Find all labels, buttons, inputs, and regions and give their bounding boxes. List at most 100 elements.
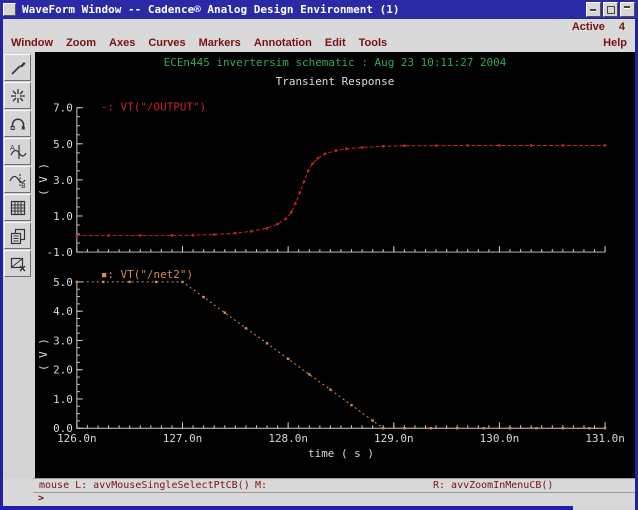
data-point-marker [482,427,485,430]
vertical-marker-button[interactable]: A [4,138,31,165]
data-point-marker [455,427,459,430]
data-point-marker [329,388,332,391]
menu-markers[interactable]: Markers [199,37,241,49]
y-tick-label: 3.0 [53,334,73,347]
data-point-marker [290,211,293,214]
waveform-canvas: ECEn445 invertersim schematic : Aug 23 1… [37,56,625,460]
data-point-marker [382,145,385,148]
plot-area[interactable]: ECEn445 invertersim schematic : Aug 23 1… [35,52,635,478]
y-tick-label: -1.0 [47,246,73,259]
copy-graph-button[interactable] [4,222,31,249]
y-tick-label: 2.0 [53,364,73,377]
menu-zoom[interactable]: Zoom [66,37,96,49]
resize-handle[interactable] [573,506,635,510]
data-point-marker [244,327,248,330]
command-prompt[interactable]: > [33,492,635,506]
maximize-icon [607,6,615,14]
data-point-marker [434,144,438,147]
horizontal-marker-b-icon: B [8,173,26,190]
data-point-marker [102,280,105,284]
plot-header: ECEn445 invertersim schematic : Aug 23 1… [164,56,507,69]
data-point-marker [154,280,158,284]
slice-graph-button[interactable] [4,250,31,277]
mouse-left-binding: mouse L: avvMouseSingleSelectPtCB() [39,480,250,491]
data-point-marker [75,234,79,237]
data-point-marker [311,162,314,165]
data-point-marker [249,230,253,233]
horizontal-marker-button[interactable]: B [4,166,31,193]
mouse-bindings-bar: mouse L: avvMouseSingleSelectPtCB() M: R… [33,478,635,492]
window-title: WaveForm Window -- Cadence® Analog Desig… [22,3,400,16]
x-axis-label: time ( s ) [308,447,374,460]
data-point-marker [429,427,432,430]
close-icon [624,6,630,8]
data-point-marker [139,234,142,237]
x-tick-label: 127.0n [163,432,203,445]
toolbar: A B [3,52,35,478]
y-axis-label-bottom: ( V ) [37,338,50,371]
undo-icon [10,117,25,130]
y-tick-label: 1.0 [53,210,73,223]
close-button[interactable] [620,2,635,17]
data-point-marker [323,152,327,155]
minimize-icon [590,9,596,11]
window-menu-button[interactable] [3,3,16,16]
zoom-fit-button[interactable] [4,82,31,109]
y-tick-label: 4.0 [53,305,73,318]
data-point-marker [316,157,319,160]
menu-edit[interactable]: Edit [325,37,346,49]
prompt-symbol: > [38,493,45,504]
annotate-pen-icon [10,61,26,75]
menu-help[interactable]: Help [603,37,627,49]
window-resize-border[interactable] [0,506,638,510]
data-point-marker [529,144,533,147]
data-point-marker [302,180,306,183]
x-tick-label: 129.0n [374,432,414,445]
data-point-marker [298,191,302,194]
menu-annotation[interactable]: Annotation [254,37,312,49]
data-point-marker [603,144,607,147]
menubar: Window Zoom Axes Curves Markers Annotati… [3,34,635,52]
calculator-button[interactable] [4,194,31,221]
data-point-marker [223,311,226,314]
main-area: A B ECEn445 invertersim schematic: Aug … [3,52,635,478]
maximize-button[interactable] [603,2,618,17]
menu-window[interactable]: Window [11,37,53,49]
data-point-marker [170,234,174,237]
copy-graph-icon [10,228,25,244]
active-label: Active [571,20,605,33]
plot-top: 7.0 5.0 3.0 1.0 -1.0 [47,102,607,259]
data-point-marker [276,222,279,226]
slice-graph-icon [10,257,25,271]
vertical-marker-a-icon: A [10,144,27,159]
legend-output[interactable]: -: VT("/OUTPUT") [101,101,206,114]
calculator-icon [10,200,25,215]
data-point-marker [371,419,374,422]
data-point-marker [306,169,310,173]
legend-net2[interactable]: ▪: VT("/net2") [101,268,193,281]
minimize-button[interactable] [586,2,601,17]
trace-top[interactable] [76,144,606,236]
titlebar[interactable]: WaveForm Window -- Cadence® Analog Desig… [0,0,638,19]
x-tick-label: 131.0n [585,432,625,445]
undo-button[interactable] [4,110,31,137]
data-point-marker [350,403,353,407]
data-point-marker [603,427,607,430]
data-point-marker [181,280,184,284]
data-point-marker [360,146,364,149]
data-point-marker [403,427,406,430]
data-point-marker [535,427,538,430]
trace-bottom[interactable] [76,281,606,429]
data-point-marker [191,234,195,237]
data-point-marker [561,427,565,430]
svg-text:B: B [21,182,26,190]
menu-tools[interactable]: Tools [359,37,388,49]
y-tick-label: 3.0 [53,174,73,187]
menu-curves[interactable]: Curves [148,37,185,49]
y-tick-label: 7.0 [53,102,73,115]
annotate-pen-button[interactable] [4,54,31,81]
mouse-middle-binding: M: [255,480,268,491]
y-axis-label-top: ( V ) [37,163,50,196]
menu-axes[interactable]: Axes [109,37,135,49]
y-tick-label: 5.0 [53,276,73,289]
